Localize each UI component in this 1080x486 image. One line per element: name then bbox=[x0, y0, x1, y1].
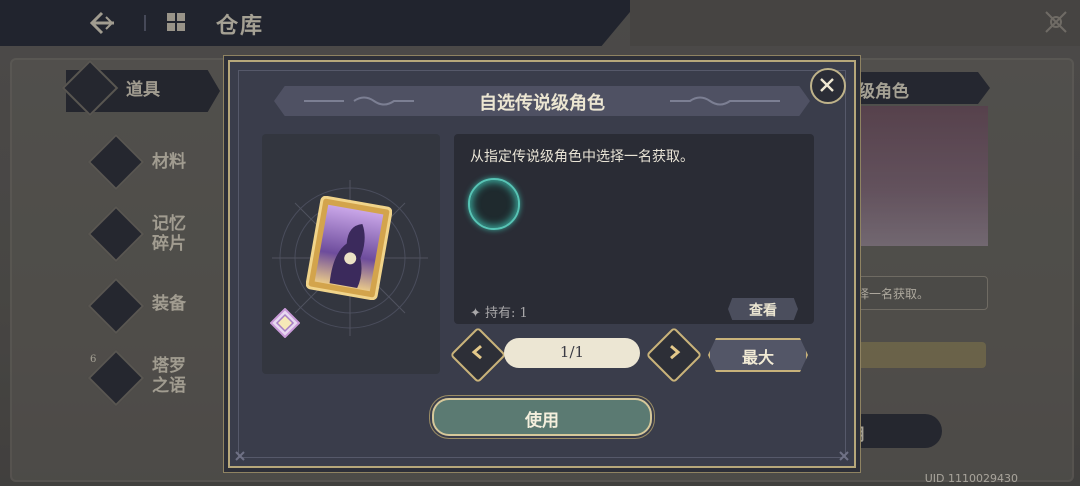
rarity-badge-icon bbox=[270, 308, 300, 338]
character-slot[interactable] bbox=[468, 178, 520, 230]
dialog-title-bar: 自选传说级角色 bbox=[274, 86, 810, 116]
max-button-label: 最大 bbox=[741, 348, 774, 367]
max-button[interactable]: 最大 bbox=[708, 338, 808, 372]
hold-count: ✦ 持有: 1 bbox=[470, 306, 528, 321]
corner-ornament-icon bbox=[235, 451, 245, 461]
view-button[interactable]: 查看 bbox=[728, 298, 798, 320]
quantity-value: 1/1 bbox=[559, 343, 585, 361]
quantity-display[interactable]: 1/1 bbox=[504, 338, 640, 368]
item-description: 从指定传说级角色中选择一名获取。 bbox=[470, 149, 694, 165]
use-button[interactable]: 使用 bbox=[432, 398, 652, 436]
close-button[interactable] bbox=[810, 68, 846, 104]
use-button-label: 使用 bbox=[525, 411, 559, 431]
chevron-left-icon bbox=[471, 345, 482, 360]
dialog-title: 自选传说级角色 bbox=[479, 93, 605, 114]
close-icon bbox=[820, 78, 834, 92]
corner-ornament-icon bbox=[839, 451, 849, 461]
view-button-label: 查看 bbox=[749, 303, 777, 319]
legendary-portrait-frame-icon bbox=[306, 196, 392, 300]
chevron-right-icon bbox=[670, 345, 681, 360]
hold-count-text: 持有: 1 bbox=[485, 306, 528, 321]
